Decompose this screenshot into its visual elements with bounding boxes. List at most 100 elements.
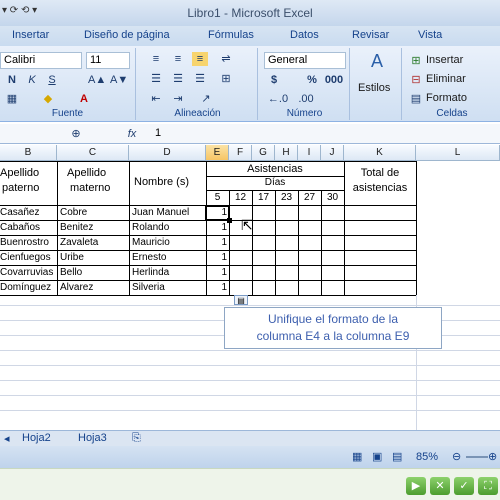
wrap-text-icon[interactable]: ⇌: [218, 52, 234, 66]
align-center-icon[interactable]: ☰: [170, 72, 186, 86]
increase-indent-icon[interactable]: ⇥: [170, 92, 186, 106]
decrease-decimal-icon[interactable]: .00: [294, 92, 318, 106]
tab-diseno-pagina[interactable]: Diseño de página: [84, 29, 170, 41]
tab-revisar[interactable]: Revisar: [352, 29, 389, 41]
insert-function-button[interactable]: fx: [122, 127, 142, 141]
currency-icon[interactable]: $: [266, 73, 282, 87]
styles-icon[interactable]: A: [367, 52, 387, 74]
merge-center-icon[interactable]: ⊞: [218, 72, 234, 86]
cell-paterno[interactable]: Domínguez: [0, 282, 56, 293]
column-header-f[interactable]: F: [229, 145, 252, 161]
cell-paterno[interactable]: Cabaños: [0, 222, 56, 233]
bold-icon[interactable]: N: [4, 73, 20, 87]
new-sheet-icon[interactable]: ⎘: [132, 432, 141, 445]
day-cell[interactable]: 23: [275, 192, 298, 203]
cell-paterno[interactable]: Cienfuegos: [0, 252, 56, 263]
sheet-nav-icon[interactable]: ◂: [4, 432, 10, 445]
day-cell[interactable]: 12: [229, 192, 252, 203]
column-header-g[interactable]: G: [252, 145, 275, 161]
worksheet-grid[interactable]: B C D E F G H I J K L Apellido paterno A…: [0, 145, 500, 430]
italic-icon[interactable]: K: [24, 73, 40, 87]
cell-e[interactable]: 1: [206, 252, 227, 263]
eliminar-button[interactable]: Eliminar: [426, 73, 466, 85]
column-header-l[interactable]: L: [416, 145, 500, 161]
cell-materno[interactable]: Cobre: [60, 207, 128, 218]
insert-cells-icon[interactable]: ⊞: [408, 54, 424, 68]
tab-datos[interactable]: Datos: [290, 29, 319, 41]
cell-materno[interactable]: Bello: [60, 267, 128, 278]
column-header-c[interactable]: C: [57, 145, 129, 161]
cell-materno[interactable]: Zavaleta: [60, 237, 128, 248]
underline-icon[interactable]: S: [44, 73, 60, 87]
cell-e[interactable]: 1: [206, 267, 227, 278]
cell-e[interactable]: 1: [206, 237, 227, 248]
cell-paterno[interactable]: Covarruvias: [0, 267, 56, 278]
borders-icon[interactable]: ▦: [4, 92, 20, 106]
format-cells-icon[interactable]: ▤: [408, 92, 424, 106]
play-icon[interactable]: ▶: [406, 477, 426, 495]
day-cell[interactable]: 27: [298, 192, 321, 203]
cell-e[interactable]: 1: [206, 222, 227, 233]
day-cell[interactable]: 17: [252, 192, 275, 203]
zoom-in-icon[interactable]: ⊕: [488, 450, 497, 463]
tab-insertar[interactable]: Insertar: [12, 29, 49, 41]
orientation-icon[interactable]: ↗: [198, 92, 214, 106]
cell-materno[interactable]: Benitez: [60, 222, 128, 233]
column-header-i[interactable]: I: [298, 145, 321, 161]
formato-button[interactable]: Formato: [426, 92, 467, 104]
insertar-button[interactable]: Insertar: [426, 54, 463, 66]
decrease-indent-icon[interactable]: ⇤: [148, 92, 164, 106]
estilos-button[interactable]: Estilos: [358, 82, 390, 94]
column-header-h[interactable]: H: [275, 145, 298, 161]
font-size-select[interactable]: 11: [86, 52, 130, 69]
percent-button[interactable]: %: [304, 73, 320, 87]
cell-nombre[interactable]: Mauricio: [132, 237, 206, 248]
fill-color-icon[interactable]: ◆: [40, 92, 56, 106]
tab-formulas[interactable]: Fórmulas: [208, 29, 254, 41]
shrink-font-icon[interactable]: A▼: [110, 73, 128, 87]
cell-nombre[interactable]: Silveria: [132, 282, 206, 293]
day-cell[interactable]: 5: [206, 192, 229, 203]
column-header-d[interactable]: D: [129, 145, 206, 161]
sheet-tab-hoja3[interactable]: Hoja3: [78, 432, 107, 444]
check-icon[interactable]: ✓: [454, 477, 474, 495]
cell-e[interactable]: 1: [206, 282, 227, 293]
fill-handle[interactable]: [227, 218, 232, 223]
normal-view-icon[interactable]: ▦: [352, 450, 362, 463]
column-header-e[interactable]: E: [206, 145, 229, 161]
delete-cells-icon[interactable]: ⊟: [408, 73, 424, 87]
number-format-select[interactable]: General: [264, 52, 346, 69]
font-color-icon[interactable]: A: [76, 92, 92, 106]
thousands-button[interactable]: 000: [322, 73, 346, 87]
paste-options-icon[interactable]: ▤: [234, 295, 248, 305]
page-break-view-icon[interactable]: ▤: [392, 450, 402, 463]
increase-decimal-icon[interactable]: ←.0: [266, 92, 290, 106]
cell-nombre[interactable]: Ernesto: [132, 252, 206, 263]
page-layout-view-icon[interactable]: ▣: [372, 450, 382, 463]
cell-paterno[interactable]: Buenrostro: [0, 237, 56, 248]
cell-nombre[interactable]: Juan Manuel: [132, 207, 206, 218]
align-middle-icon[interactable]: ≡: [170, 52, 186, 66]
cell-nombre[interactable]: Herlinda: [132, 267, 206, 278]
align-bottom-icon[interactable]: ≡: [192, 52, 208, 66]
expand-icon[interactable]: ⛶: [478, 477, 498, 495]
align-left-icon[interactable]: ☰: [148, 72, 164, 86]
cell-nombre[interactable]: Rolando: [132, 222, 206, 233]
sheet-tab-hoja2[interactable]: Hoja2: [22, 432, 51, 444]
search-fx-icon[interactable]: ⊕: [68, 127, 84, 141]
font-name-select[interactable]: Calibri: [0, 52, 82, 69]
cell-materno[interactable]: Álvarez: [60, 282, 128, 293]
column-header-b[interactable]: B: [0, 145, 57, 161]
tab-vista[interactable]: Vista: [418, 29, 442, 41]
zoom-level[interactable]: 85%: [416, 451, 438, 463]
zoom-out-icon[interactable]: ⊖: [452, 450, 461, 463]
close-icon[interactable]: ✕: [430, 477, 450, 495]
formula-input[interactable]: 1: [155, 127, 161, 139]
name-box[interactable]: [0, 126, 50, 143]
column-header-k[interactable]: K: [344, 145, 416, 161]
day-cell[interactable]: 30: [321, 192, 344, 203]
align-right-icon[interactable]: ☰: [192, 72, 208, 86]
grow-font-icon[interactable]: A▲: [88, 73, 106, 87]
align-top-icon[interactable]: ≡: [148, 52, 164, 66]
cell-paterno[interactable]: Casañez: [0, 207, 56, 218]
